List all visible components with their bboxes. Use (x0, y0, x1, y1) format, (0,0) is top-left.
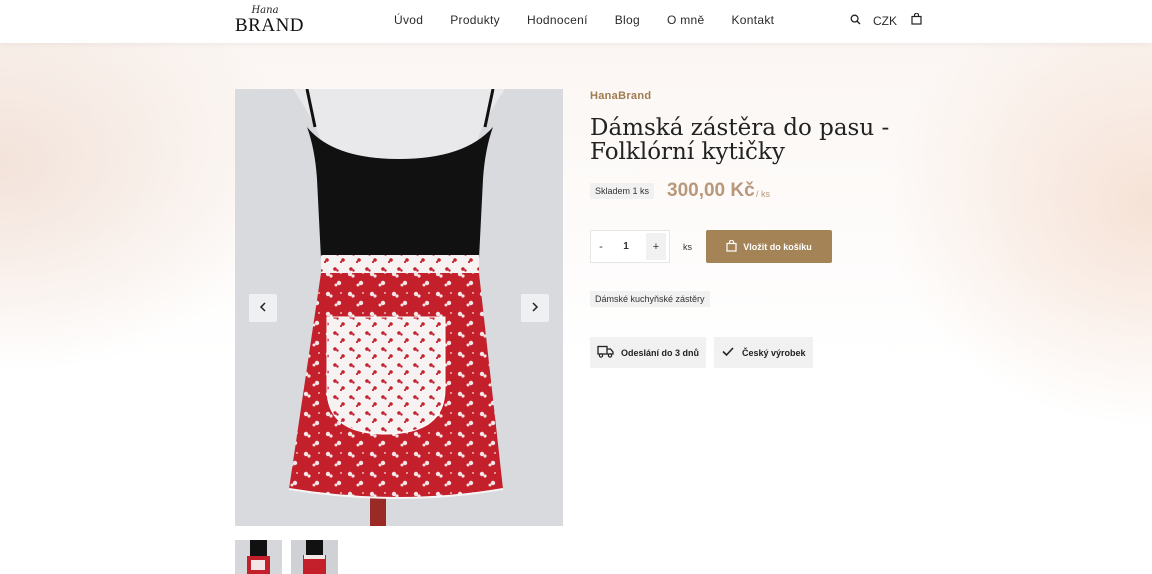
delivery-truck-icon (597, 345, 621, 360)
category-tag[interactable]: Dámské kuchyňské zástěry (590, 291, 710, 307)
feature-shipping: Odeslání do 3 dnů (590, 337, 707, 368)
product-thumbnail-1[interactable] (235, 540, 282, 574)
page-background (0, 43, 1152, 574)
thumbnail-image (235, 540, 282, 574)
nav-item-blog[interactable]: Blog (615, 13, 640, 29)
nav-item-kontakt[interactable]: Kontakt (731, 13, 774, 29)
quantity-input[interactable]: 1 (611, 241, 641, 252)
main-nav: Úvod Produkty Hodnocení Blog O mně Konta… (394, 13, 801, 29)
gallery-next-button[interactable] (521, 294, 549, 322)
site-logo[interactable]: Hana BRAND (235, 6, 305, 36)
logo-brand: BRAND (235, 15, 305, 36)
add-to-cart-button[interactable]: Vložit do košíku (706, 230, 832, 263)
chevron-right-icon (531, 299, 539, 317)
shopping-bag-icon (726, 239, 743, 254)
nav-item-uvod[interactable]: Úvod (394, 13, 423, 29)
thumbnail-image (291, 540, 338, 574)
product-thumbnail-2[interactable] (291, 540, 338, 574)
shopping-bag-icon[interactable] (911, 12, 922, 30)
search-icon[interactable] (850, 12, 861, 30)
product-brand-link[interactable]: HanaBrand (590, 90, 651, 102)
nav-item-produkty[interactable]: Produkty (450, 13, 500, 29)
quantity-unit: ks (683, 242, 692, 252)
site-header: Hana BRAND Úvod Produkty Hodnocení Blog … (0, 0, 1152, 43)
quantity-stepper: - 1 + (590, 230, 670, 263)
feature-shipping-label: Odeslání do 3 dnů (621, 347, 700, 358)
stock-badge: Skladem 1 ks (590, 183, 655, 199)
nav-item-o-mne[interactable]: O mně (667, 13, 705, 29)
gallery-prev-button[interactable] (249, 294, 277, 322)
feature-czech-made: Český výrobek (714, 337, 813, 368)
price-unit: / ks (756, 189, 771, 199)
add-to-cart-label: Vložit do košíku (743, 241, 812, 252)
product-main-image[interactable] (235, 89, 563, 526)
chevron-left-icon (259, 299, 267, 317)
quantity-increase-button[interactable]: + (646, 233, 666, 260)
checkmark-icon (721, 346, 742, 359)
nav-item-hodnoceni[interactable]: Hodnocení (527, 13, 588, 29)
product-price: 300,00 Kč (667, 180, 755, 201)
product-title: Dámská zástěra do pasu - Folklórní kytič… (590, 115, 890, 165)
feature-czech-made-label: Český výrobek (742, 347, 806, 358)
currency-selector[interactable]: CZK (873, 14, 897, 28)
quantity-decrease-button[interactable]: - (591, 233, 611, 260)
header-actions: CZK (850, 12, 922, 30)
apron-photo (235, 89, 563, 526)
